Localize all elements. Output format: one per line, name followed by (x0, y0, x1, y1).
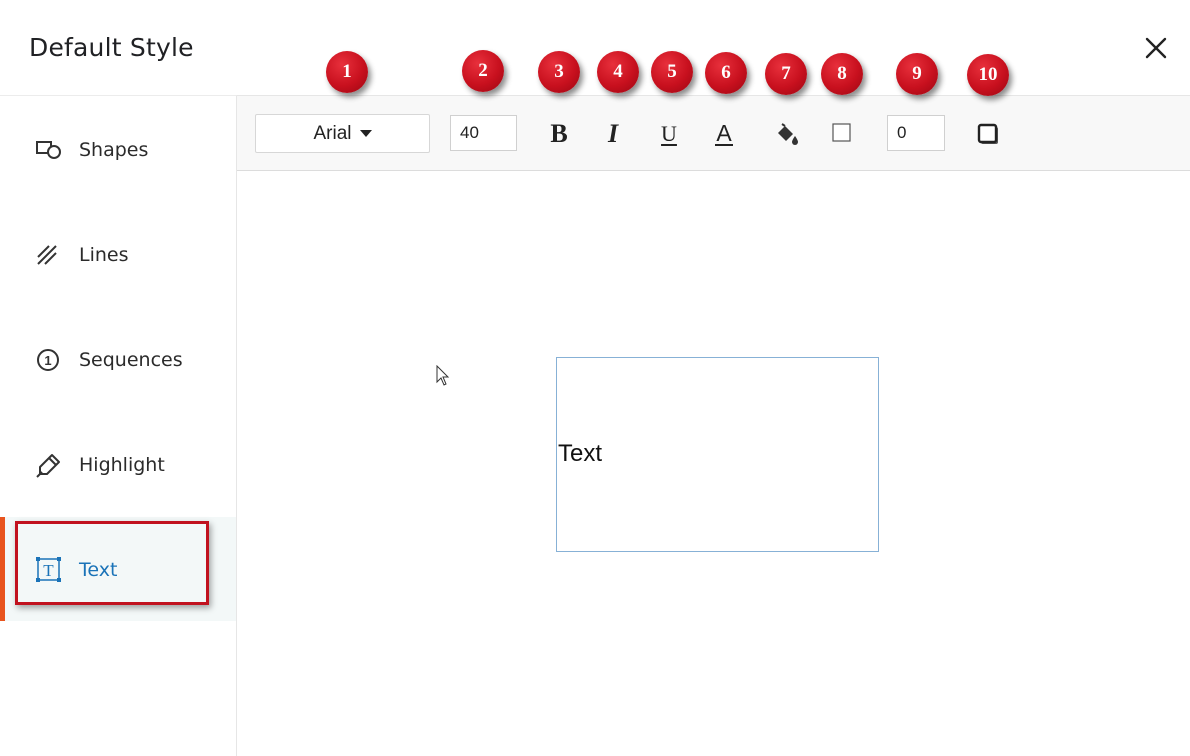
highlighter-icon (34, 452, 64, 478)
sidebar-item-label: Highlight (79, 454, 165, 476)
annotation-badge: 9 (896, 53, 938, 95)
annotation-badge: 1 (326, 51, 368, 93)
border-color-button[interactable] (822, 114, 862, 154)
shadow-box-icon (977, 123, 998, 144)
mouse-cursor-icon (436, 365, 450, 386)
sidebar-item-sequences[interactable]: 1 Sequences (0, 307, 236, 411)
bold-button[interactable]: B (539, 114, 579, 154)
sidebar-item-label: Lines (79, 244, 129, 266)
underline-button[interactable]: U (649, 114, 689, 154)
sidebar: Shapes Lines 1 Sequences Highlight T Tex… (0, 95, 237, 756)
font-color-button[interactable]: A (704, 114, 744, 154)
active-indicator (0, 517, 5, 621)
sidebar-item-shapes[interactable]: Shapes (0, 97, 236, 201)
annotation-badge: 6 (705, 52, 747, 94)
font-family-value: Arial (313, 122, 352, 144)
font-size-input[interactable] (450, 115, 517, 151)
italic-button[interactable]: I (593, 114, 633, 154)
dialog-header: Default Style (0, 0, 1190, 95)
text-box-icon: T (34, 557, 64, 583)
text-preview-box[interactable]: Text (556, 357, 879, 552)
border-width-input[interactable] (887, 115, 945, 151)
sidebar-item-label: Text (79, 559, 118, 581)
sidebar-item-label: Shapes (79, 139, 149, 161)
close-icon (1145, 37, 1167, 59)
sidebar-item-lines[interactable]: Lines (0, 202, 236, 306)
fill-color-button[interactable] (767, 114, 807, 154)
dialog-title: Default Style (29, 33, 194, 62)
svg-text:1: 1 (44, 353, 51, 368)
annotation-badge: 8 (821, 53, 863, 95)
shadow-button[interactable] (968, 114, 1008, 154)
shapes-icon (34, 137, 64, 163)
bold-icon: B (550, 119, 568, 148)
annotation-badge: 3 (538, 51, 580, 93)
annotation-badge: 4 (597, 51, 639, 93)
italic-icon: I (607, 119, 619, 148)
sidebar-item-text[interactable]: T Text (0, 517, 236, 621)
svg-text:T: T (43, 561, 54, 580)
caret-down-icon (359, 130, 372, 137)
text-preview-content: Text (558, 440, 603, 467)
annotation-badge: 5 (651, 51, 693, 93)
annotation-badge: 2 (462, 50, 504, 92)
underline-icon: U (661, 121, 677, 146)
paint-bucket-icon (778, 123, 798, 145)
font-color-icon: A (715, 120, 733, 146)
annotation-badge: 10 (967, 54, 1009, 96)
sequence-number-icon: 1 (34, 347, 64, 373)
annotation-badge: 7 (765, 53, 807, 95)
font-family-select[interactable]: Arial (255, 114, 430, 153)
style-toolbar: Arial B I U A (237, 95, 1190, 171)
border-color-icon (832, 123, 851, 142)
sidebar-item-label: Sequences (79, 349, 183, 371)
sidebar-item-highlight[interactable]: Highlight (0, 412, 236, 516)
lines-icon (34, 242, 64, 268)
close-button[interactable] (1140, 33, 1172, 65)
